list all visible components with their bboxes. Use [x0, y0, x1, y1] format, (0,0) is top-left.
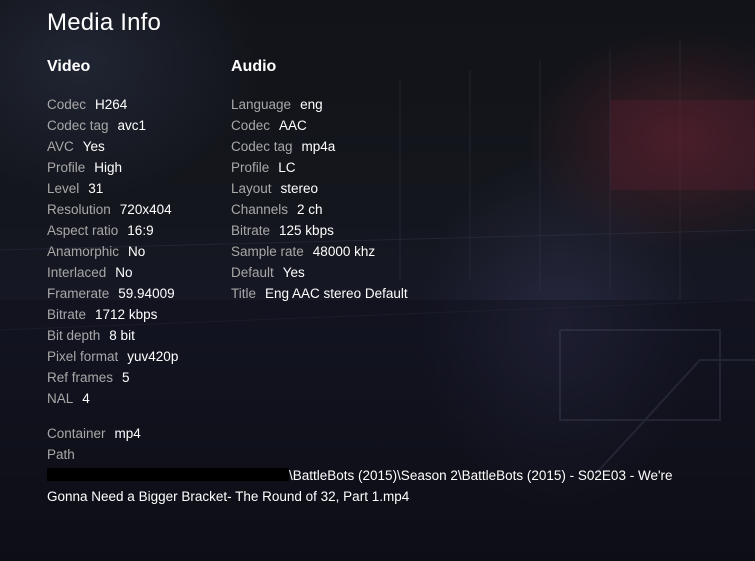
field-label: Anamorphic: [47, 244, 120, 259]
field-label: Profile: [231, 160, 270, 175]
field-label: Bitrate: [231, 223, 271, 238]
video-row-pixel-format: Pixel format yuv420p: [47, 346, 178, 367]
field-value: eng: [300, 97, 323, 112]
audio-row-bitrate: Bitrate 125 kbps: [231, 220, 408, 241]
field-value: High: [94, 160, 123, 175]
field-label: Language: [231, 97, 292, 112]
field-label: Aspect ratio: [47, 223, 119, 238]
field-label: Codec: [231, 118, 271, 133]
field-label: Pixel format: [47, 349, 119, 364]
field-value: 5: [122, 370, 130, 385]
field-value: Eng AAC stereo Default: [265, 286, 408, 301]
video-row-nal: NAL 4: [47, 388, 178, 409]
field-label: Path: [47, 447, 75, 462]
field-value: 4: [82, 391, 90, 406]
field-label: Layout: [231, 181, 272, 196]
audio-row-codec-tag: Codec tag mp4a: [231, 136, 408, 157]
field-value: No: [128, 244, 146, 259]
field-value: yuv420p: [127, 349, 179, 364]
video-row-aspect-ratio: Aspect ratio 16:9: [47, 220, 178, 241]
audio-info-list: Language eng Codec AAC Codec tag mp4a Profi…: [231, 94, 408, 304]
page-title: Media Info: [47, 9, 162, 36]
video-row-level: Level 31: [47, 178, 178, 199]
audio-row-title: Title Eng AAC stereo Default: [231, 283, 408, 304]
field-value: mp4: [114, 426, 141, 441]
field-value: 8 bit: [109, 328, 135, 343]
field-label: Framerate: [47, 286, 110, 301]
field-value: 1712 kbps: [95, 307, 158, 322]
field-label: Bitrate: [47, 307, 87, 322]
video-row-profile: Profile High: [47, 157, 178, 178]
field-label: NAL: [47, 391, 74, 406]
field-value: Yes: [282, 265, 305, 280]
video-row-bit-depth: Bit depth 8 bit: [47, 325, 178, 346]
audio-row-sample-rate: Sample rate 48000 khz: [231, 241, 408, 262]
video-row-resolution: Resolution 720x404: [47, 199, 178, 220]
file-path: \BattleBots (2015)\Season 2\BattleBots (…: [47, 465, 687, 507]
field-label: Codec tag: [231, 139, 293, 154]
field-value: 720x404: [119, 202, 172, 217]
field-label: Title: [231, 286, 257, 301]
audio-row-default: Default Yes: [231, 262, 408, 283]
field-label: Sample rate: [231, 244, 304, 259]
field-value: mp4a: [301, 139, 336, 154]
field-value: 48000 khz: [312, 244, 376, 259]
video-row-codec: Codec H264: [47, 94, 178, 115]
field-value: AAC: [279, 118, 307, 133]
field-label: Ref frames: [47, 370, 114, 385]
field-label: Container: [47, 426, 106, 441]
video-section-heading: Video: [47, 58, 91, 75]
field-value: 31: [88, 181, 104, 196]
audio-row-language: Language eng: [231, 94, 408, 115]
audio-row-profile: Profile LC: [231, 157, 408, 178]
field-label: Codec: [47, 97, 87, 112]
field-value: avc1: [117, 118, 147, 133]
field-value: H264: [95, 97, 128, 112]
field-value: LC: [278, 160, 296, 175]
field-label: Bit depth: [47, 328, 101, 343]
audio-row-channels: Channels 2 ch: [231, 199, 408, 220]
file-info: Container mp4 Path: [47, 423, 141, 465]
redacted-path-block: [47, 468, 289, 481]
field-label: Profile: [47, 160, 86, 175]
field-label: Interlaced: [47, 265, 107, 280]
video-row-ref-frames: Ref frames 5: [47, 367, 178, 388]
field-label: Channels: [231, 202, 289, 217]
video-row-framerate: Framerate 59.94009: [47, 283, 178, 304]
field-value: No: [115, 265, 133, 280]
audio-row-layout: Layout stereo: [231, 178, 408, 199]
field-label: Default: [231, 265, 274, 280]
video-row-codec-tag: Codec tag avc1: [47, 115, 178, 136]
file-row-path: Path: [47, 444, 141, 465]
field-value: 59.94009: [118, 286, 175, 301]
field-label: AVC: [47, 139, 74, 154]
field-label: Resolution: [47, 202, 111, 217]
field-value: 125 kbps: [279, 223, 334, 238]
file-row-container: Container mp4: [47, 423, 141, 444]
video-row-anamorphic: Anamorphic No: [47, 241, 178, 262]
field-value: 16:9: [127, 223, 154, 238]
video-row-avc: AVC Yes: [47, 136, 178, 157]
video-row-interlaced: Interlaced No: [47, 262, 178, 283]
video-info-list: Codec H264 Codec tag avc1 AVC Yes Profile Hi…: [47, 94, 178, 409]
audio-section-heading: Audio: [231, 58, 277, 75]
audio-row-codec: Codec AAC: [231, 115, 408, 136]
field-label: Level: [47, 181, 80, 196]
field-label: Codec tag: [47, 118, 109, 133]
field-value: Yes: [82, 139, 105, 154]
field-value: 2 ch: [297, 202, 323, 217]
video-row-bitrate: Bitrate 1712 kbps: [47, 304, 178, 325]
field-value: stereo: [280, 181, 319, 196]
